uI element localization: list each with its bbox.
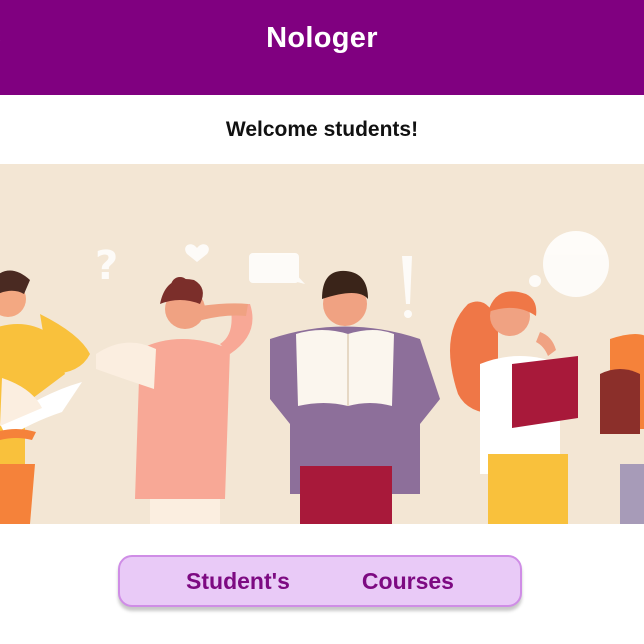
- students-reading-illustration: ?: [0, 164, 644, 524]
- welcome-section: Welcome students!: [0, 95, 644, 165]
- students-banner: ?: [0, 164, 644, 524]
- app-header: ‹ Nologer: [0, 0, 644, 95]
- app-title: Nologer: [266, 22, 378, 54]
- courses-button[interactable]: Courses: [356, 568, 460, 595]
- svg-text:?: ?: [95, 243, 118, 289]
- welcome-message: Welcome students!: [225, 118, 419, 141]
- back-arrow-icon[interactable]: ‹: [0, 30, 6, 44]
- main-nav-bar: Student's Courses: [118, 555, 522, 607]
- students-button[interactable]: Student's: [180, 568, 296, 595]
